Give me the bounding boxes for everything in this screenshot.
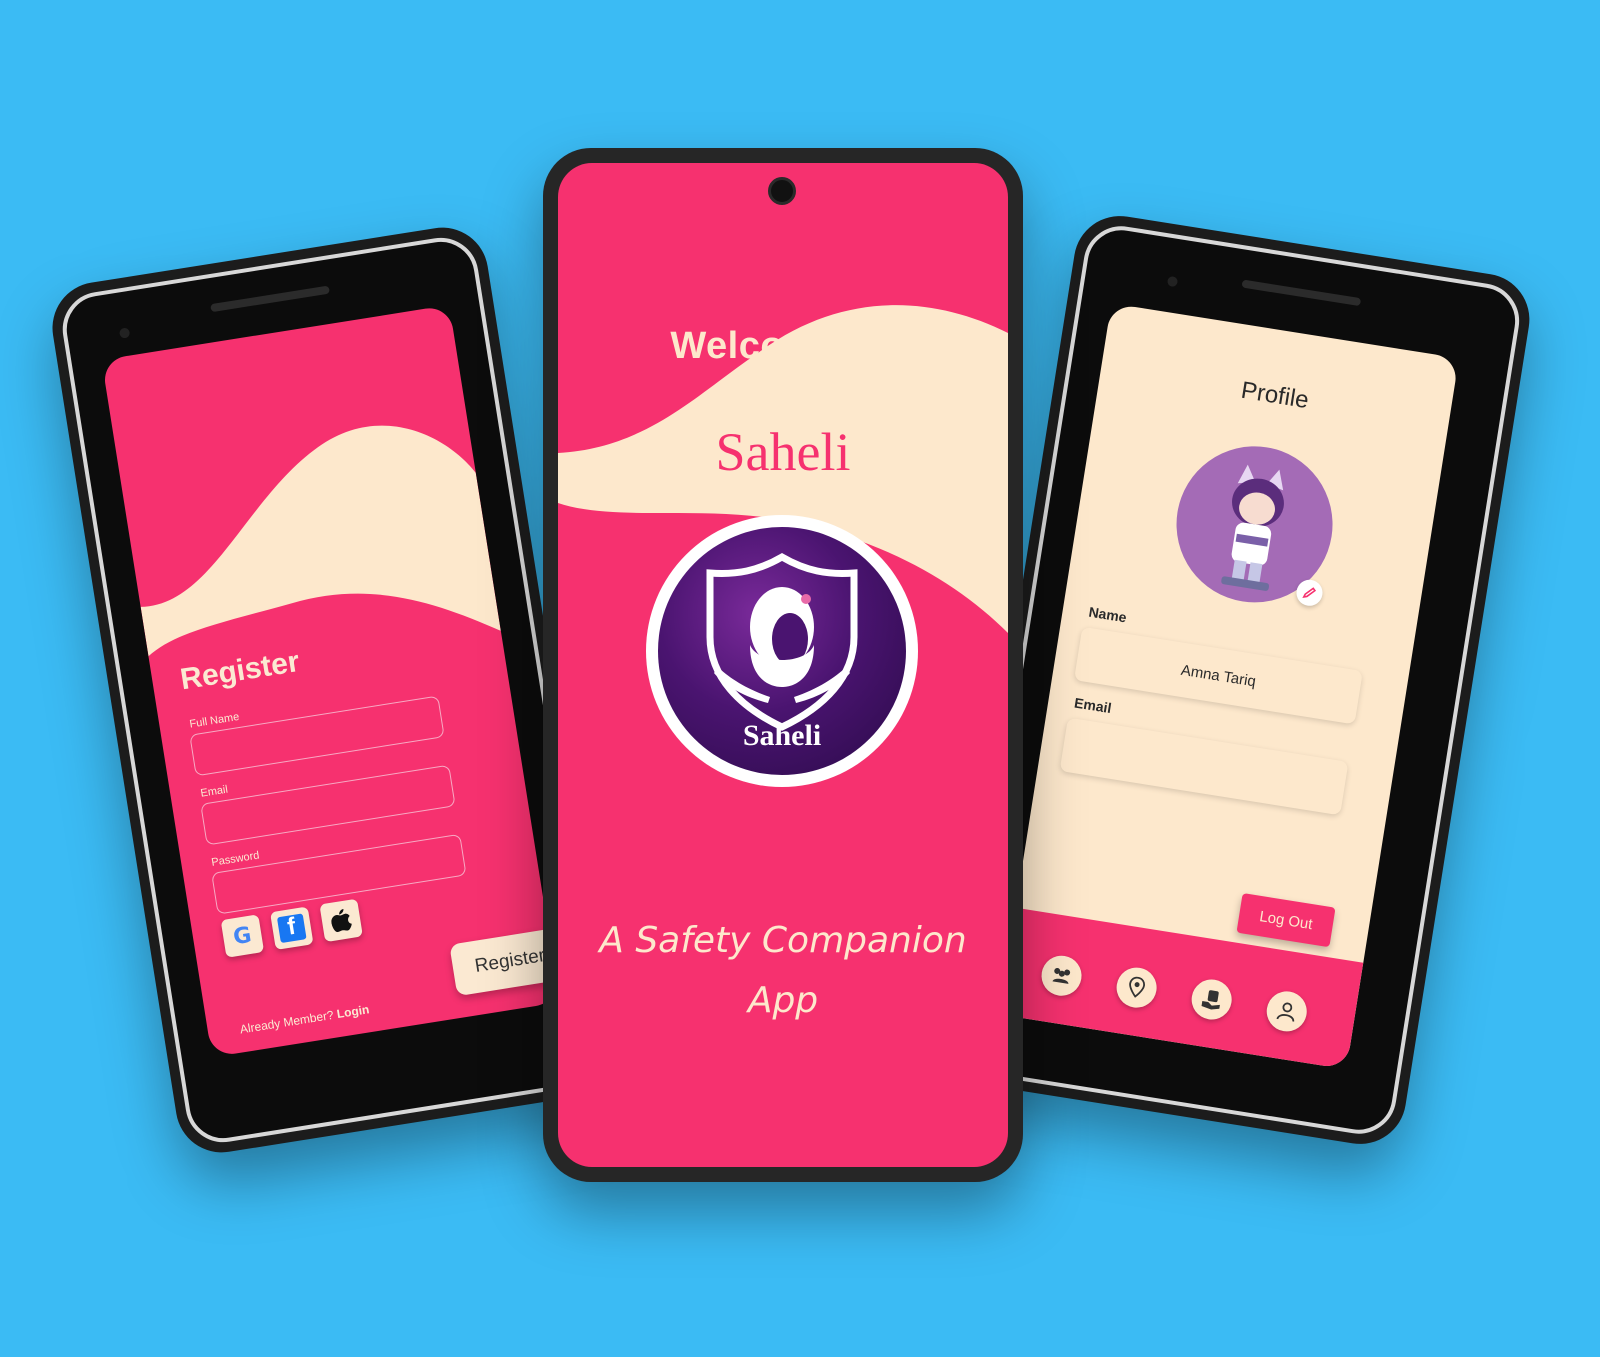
- phone-register: Register Full Name Email Password G f Re…: [45, 221, 619, 1159]
- tagline-line-2: App: [747, 980, 819, 1021]
- community-glyph: [1052, 967, 1071, 984]
- logo-text: Saheli: [742, 719, 822, 752]
- logo-disc: Saheli: [658, 527, 906, 775]
- google-icon[interactable]: G: [220, 914, 265, 958]
- logout-button[interactable]: Log Out: [1236, 893, 1336, 948]
- facebook-glyph: f: [276, 913, 307, 944]
- user-icon[interactable]: [1263, 988, 1310, 1035]
- apple-icon[interactable]: [319, 898, 363, 943]
- location-icon[interactable]: [1113, 964, 1160, 1011]
- email-field[interactable]: [1059, 717, 1349, 816]
- apple-glyph: [331, 908, 352, 933]
- name-field[interactable]: Amna Tariq: [1073, 626, 1363, 725]
- tagline: A Safety Companion App: [558, 911, 1008, 1031]
- phone-welcome: Welcome To Saheli Saheli A Safety Compan…: [543, 148, 1023, 1182]
- user-glyph: [1276, 1002, 1295, 1022]
- facebook-icon[interactable]: f: [270, 906, 314, 950]
- mockup-stage: Register Full Name Email Password G f Re…: [0, 0, 1600, 1357]
- welcome-screen: Welcome To Saheli Saheli A Safety Compan…: [558, 163, 1008, 1167]
- app-logo: Saheli: [646, 515, 918, 787]
- community-icon[interactable]: [1038, 952, 1085, 999]
- name-label: Name: [1087, 603, 1128, 626]
- helpline-glyph: [1201, 990, 1220, 1010]
- location-glyph: [1129, 976, 1145, 998]
- front-camera: [768, 177, 796, 205]
- helpline-icon[interactable]: [1188, 976, 1235, 1023]
- tagline-line-1: A Safety Companion: [599, 920, 967, 961]
- pencil-icon: [1302, 587, 1317, 599]
- phone-profile: Profile Name Amna Tariq Email Log Out: [944, 209, 1536, 1151]
- welcome-heading: Welcome To: [670, 325, 896, 367]
- app-name: Saheli: [715, 422, 851, 482]
- profile-title: Profile: [1239, 376, 1311, 415]
- email-label: Email: [1073, 694, 1113, 717]
